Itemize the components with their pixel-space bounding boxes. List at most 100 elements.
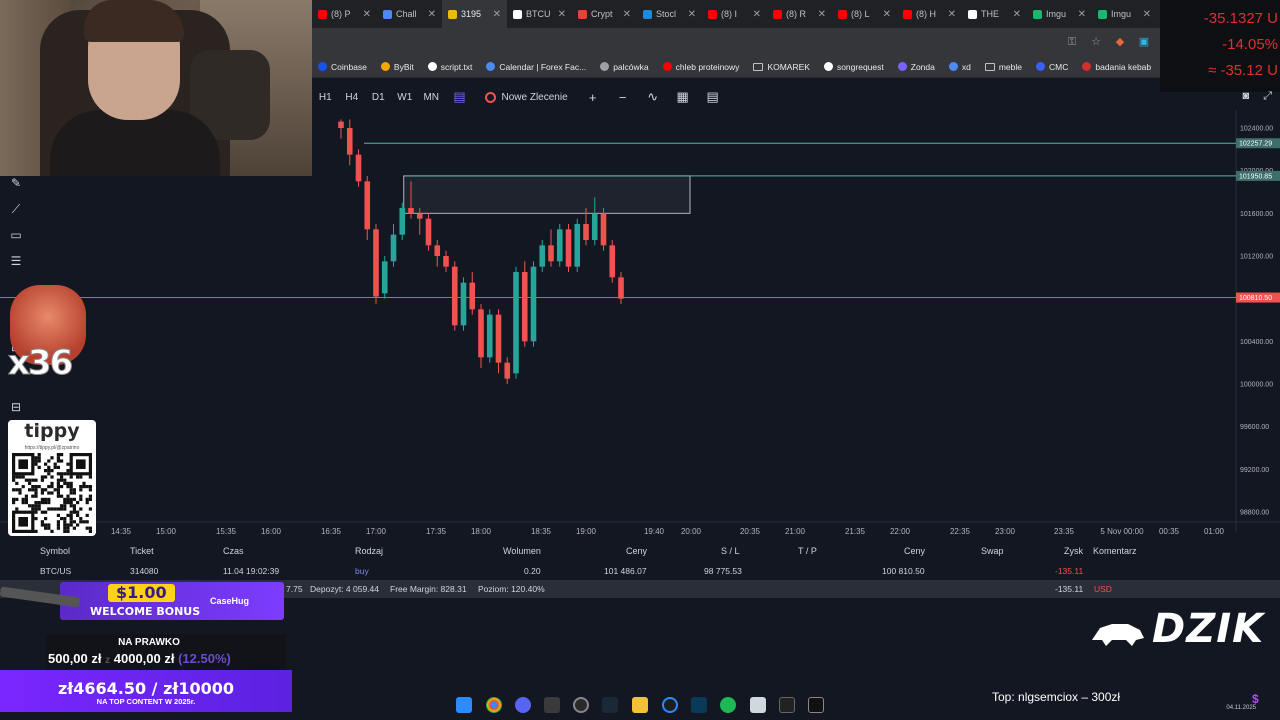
chart-type-icon[interactable]: ▤ bbox=[445, 89, 475, 105]
qr-module bbox=[44, 501, 48, 505]
rectangle-tool-icon[interactable]: ▭ bbox=[6, 228, 26, 246]
chrome-icon[interactable] bbox=[486, 697, 502, 713]
tab-close-icon[interactable]: ✕ bbox=[363, 9, 371, 20]
bookmark-item[interactable]: Zonda bbox=[897, 62, 935, 72]
bookmark-item[interactable]: songrequest bbox=[823, 62, 884, 72]
tab-close-icon[interactable]: ✕ bbox=[623, 9, 631, 20]
tab-label: THE bbox=[981, 9, 999, 19]
network-icon[interactable] bbox=[691, 697, 707, 713]
tab-close-icon[interactable]: ✕ bbox=[558, 9, 566, 20]
browser-tab[interactable]: Chall ✕ bbox=[377, 0, 442, 28]
discord-icon[interactable] bbox=[515, 697, 531, 713]
tab-close-icon[interactable]: ✕ bbox=[493, 9, 501, 20]
browser-tab[interactable]: (8) P ✕ bbox=[312, 0, 377, 28]
timeframe-w1[interactable]: W1 bbox=[392, 92, 419, 103]
col-tp[interactable]: T / P bbox=[798, 546, 817, 556]
timeframe-mn[interactable]: MN bbox=[418, 92, 445, 103]
tab-close-icon[interactable]: ✕ bbox=[818, 9, 826, 20]
qr-module bbox=[63, 529, 67, 533]
refresh-app-icon[interactable] bbox=[662, 697, 678, 713]
bookmark-item[interactable]: ByBit bbox=[380, 62, 414, 72]
browser-tab[interactable]: (8) L ✕ bbox=[832, 0, 897, 28]
bookmark-item[interactable]: badania kebab bbox=[1082, 62, 1151, 72]
tab-close-icon[interactable]: ✕ bbox=[948, 9, 956, 20]
time-tick-label: 5 Nov 00:00 bbox=[1100, 527, 1144, 536]
browser-tab[interactable]: (8) I ✕ bbox=[702, 0, 767, 28]
address-bar[interactable]: ⚿ ☆ ◆ ▣ bbox=[312, 28, 1160, 56]
col-comment[interactable]: Komentarz bbox=[1093, 546, 1137, 556]
timeframe-h4[interactable]: H4 bbox=[339, 92, 366, 103]
bookmark-item[interactable]: palcówka bbox=[600, 62, 649, 72]
bookmark-star-icon[interactable]: ☆ bbox=[1090, 36, 1102, 48]
tab-close-icon[interactable]: ✕ bbox=[1078, 9, 1086, 20]
bookmark-item[interactable]: xd bbox=[948, 62, 971, 72]
col-time[interactable]: Czas bbox=[223, 546, 244, 556]
new-order-button[interactable]: Nowe Zlecenie bbox=[484, 91, 568, 103]
bookmark-item[interactable]: script.txt bbox=[427, 62, 472, 72]
col-ticket[interactable]: Ticket bbox=[130, 546, 154, 556]
qr-module bbox=[66, 481, 70, 485]
chrome-alt-icon[interactable] bbox=[573, 697, 589, 713]
browser-tab[interactable]: (8) R ✕ bbox=[767, 0, 832, 28]
bookmark-item[interactable]: CMC bbox=[1036, 62, 1068, 72]
qr-module bbox=[72, 526, 76, 530]
browser-tab[interactable]: Imgu ✕ bbox=[1027, 0, 1092, 28]
terminal-icon[interactable] bbox=[808, 697, 824, 713]
supply-zone bbox=[403, 175, 691, 214]
layers-tool-icon[interactable]: ⊟ bbox=[6, 400, 26, 418]
price-chart[interactable]: 102400.00102000.00101600.00101200.001008… bbox=[0, 110, 1280, 540]
fib-tool-icon[interactable]: ☰ bbox=[6, 254, 26, 272]
tab-close-icon[interactable]: ✕ bbox=[428, 9, 436, 20]
calendar-icon[interactable]: ▦ bbox=[668, 89, 698, 105]
zoom-out-icon[interactable]: − bbox=[608, 90, 638, 105]
bookmark-item[interactable]: Calendar | Forex Fac... bbox=[486, 62, 586, 72]
tab-close-icon[interactable]: ✕ bbox=[1013, 9, 1021, 20]
templates-icon[interactable]: ▤ bbox=[698, 89, 728, 105]
capcut-icon[interactable] bbox=[779, 697, 795, 713]
tab-close-icon[interactable]: ✕ bbox=[1143, 9, 1151, 20]
col-current-price[interactable]: Ceny bbox=[904, 546, 925, 556]
tab-close-icon[interactable]: ✕ bbox=[753, 9, 761, 20]
browser-tab[interactable]: Crypt ✕ bbox=[572, 0, 637, 28]
col-volume[interactable]: Wolumen bbox=[503, 546, 541, 556]
indicators-icon[interactable]: ∿ bbox=[638, 89, 668, 105]
key-icon[interactable]: ⚿ bbox=[1066, 36, 1078, 48]
camera-icon[interactable]: ◙ bbox=[1243, 90, 1250, 103]
fullscreen-icon[interactable]: ⤢ bbox=[1263, 90, 1272, 103]
col-profit[interactable]: Zysk bbox=[1064, 546, 1083, 556]
col-swap[interactable]: Swap bbox=[981, 546, 1004, 556]
browser-tab[interactable]: Imgu ✕ bbox=[1092, 0, 1157, 28]
col-sl[interactable]: S / L bbox=[721, 546, 740, 556]
browser-tab[interactable]: BTCU ✕ bbox=[507, 0, 572, 28]
bookmark-item[interactable]: Coinbase bbox=[318, 62, 367, 72]
spotify-icon[interactable] bbox=[720, 697, 736, 713]
tab-favicon-icon bbox=[513, 9, 522, 19]
qr-module bbox=[40, 497, 44, 501]
notepad-icon[interactable] bbox=[750, 697, 766, 713]
cell-volume: 0.20 bbox=[524, 566, 541, 576]
browser-tab[interactable]: Stocl ✕ bbox=[637, 0, 702, 28]
col-symbol[interactable]: Symbol bbox=[40, 546, 70, 556]
extension-icon[interactable]: ◆ bbox=[1114, 36, 1126, 48]
prawko-separator: z bbox=[105, 655, 111, 666]
col-price[interactable]: Ceny bbox=[626, 546, 647, 556]
start-icon[interactable] bbox=[456, 697, 472, 713]
timeframe-h1[interactable]: H1 bbox=[312, 92, 339, 103]
folder-icon[interactable] bbox=[632, 697, 648, 713]
col-type[interactable]: Rodzaj bbox=[355, 546, 383, 556]
browser-tab[interactable]: THE ✕ bbox=[962, 0, 1027, 28]
steam-icon[interactable] bbox=[602, 697, 618, 713]
tab-close-icon[interactable]: ✕ bbox=[883, 9, 891, 20]
pencil-tool-icon[interactable]: ✎ bbox=[6, 176, 26, 194]
bookmark-item[interactable]: meble bbox=[984, 62, 1022, 72]
tab-close-icon[interactable]: ✕ bbox=[688, 9, 696, 20]
extension-icon-2[interactable]: ▣ bbox=[1138, 36, 1150, 48]
zoom-in-icon[interactable]: + bbox=[578, 90, 608, 105]
bookmark-item[interactable]: KOMAREK bbox=[753, 62, 810, 72]
browser-tab[interactable]: 3195 ✕ bbox=[442, 0, 507, 28]
timeframe-d1[interactable]: D1 bbox=[365, 92, 392, 103]
browser-tab[interactable]: (8) H ✕ bbox=[897, 0, 962, 28]
trendline-tool-icon[interactable]: ⟋ bbox=[6, 202, 26, 220]
obs-icon[interactable] bbox=[544, 697, 560, 713]
bookmark-item[interactable]: chleb proteinowy bbox=[662, 62, 739, 72]
